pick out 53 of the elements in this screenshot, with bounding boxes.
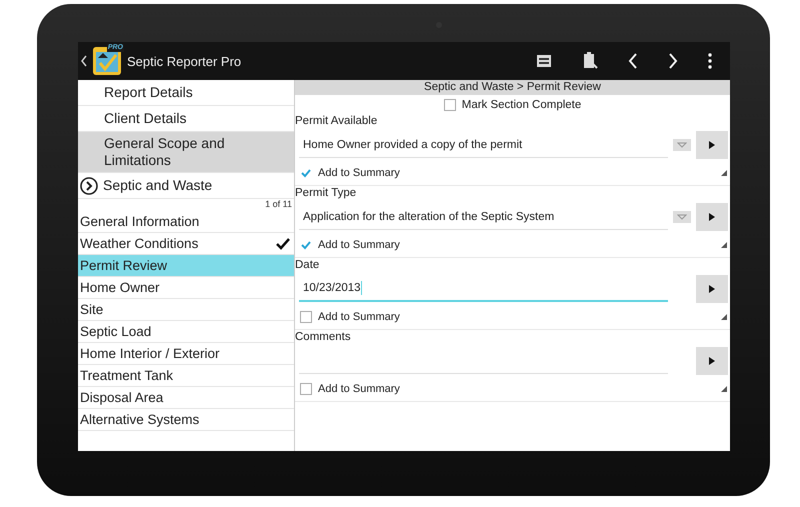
field-label: Comments	[295, 330, 352, 345]
checkbox[interactable]	[300, 383, 312, 395]
play-button[interactable]	[696, 275, 728, 303]
resize-handle-icon[interactable]	[721, 242, 727, 248]
input-field[interactable]: Home Owner provided a copy of the permit	[299, 132, 668, 158]
sidebar-item[interactable]: General Information	[78, 211, 294, 233]
sidebar-item[interactable]: Alternative Systems	[78, 409, 294, 431]
checkbox[interactable]	[300, 311, 312, 323]
back-chevron-icon[interactable]	[81, 55, 87, 67]
sidebar-item[interactable]: Disposal Area	[78, 387, 294, 409]
sidebar-section[interactable]: Septic and Waste	[78, 173, 294, 199]
input-field[interactable]: 10/23/2013	[299, 276, 668, 302]
play-button[interactable]	[696, 347, 728, 375]
clipboard-icon[interactable]	[582, 52, 598, 70]
play-icon	[709, 213, 715, 221]
form-icon[interactable]	[536, 53, 552, 69]
checkbox-label: Add to Summary	[318, 383, 400, 395]
caret-down-icon	[677, 142, 687, 148]
breadcrumb-header: Septic and Waste > Permit Review	[295, 80, 730, 95]
input-field[interactable]: Application for the alteration of the Septic System	[299, 204, 668, 230]
play-button[interactable]	[696, 203, 728, 231]
resize-handle-icon[interactable]	[721, 314, 727, 320]
sidebar-item[interactable]: Treatment Tank	[78, 365, 294, 387]
checkbox[interactable]	[300, 239, 312, 251]
checkbox-label: Add to Summary	[318, 167, 400, 179]
play-icon	[709, 141, 715, 149]
sidebar-item[interactable]: Septic Load	[78, 321, 294, 343]
overflow-menu-icon[interactable]	[708, 53, 712, 69]
sidebar-item[interactable]: Home Interior / Exterior	[78, 343, 294, 365]
checkbox[interactable]	[444, 98, 456, 110]
checkbox[interactable]	[300, 167, 312, 179]
field-label: Permit Available	[295, 114, 378, 129]
sidebar-section[interactable]: General Scope and Limitations	[78, 132, 294, 173]
checkbox-label: Add to Summary	[318, 239, 400, 251]
next-icon[interactable]	[668, 53, 678, 69]
field-label: Permit Type	[295, 186, 358, 201]
app-logo-icon	[92, 46, 122, 76]
checkbox-label: Add to Summary	[318, 311, 400, 323]
play-button[interactable]	[696, 131, 728, 159]
caret-down-icon	[677, 214, 687, 220]
resize-handle-icon[interactable]	[721, 386, 727, 392]
sidebar-item[interactable]: Home Owner	[78, 277, 294, 299]
previous-icon[interactable]	[628, 53, 638, 69]
app-title: Septic Reporter Pro	[127, 54, 242, 68]
checkbox-label: Mark Section Complete	[462, 98, 582, 110]
play-icon	[709, 357, 715, 365]
play-icon	[709, 285, 715, 293]
field-label: Date	[295, 258, 320, 273]
sidebar-item[interactable]: Permit Review	[78, 255, 294, 277]
resize-handle-icon[interactable]	[721, 170, 727, 176]
section-counter: 1 of 11	[264, 199, 293, 211]
sidebar-item[interactable]: Site	[78, 299, 294, 321]
sidebar-section[interactable]: Report Details	[78, 80, 294, 106]
